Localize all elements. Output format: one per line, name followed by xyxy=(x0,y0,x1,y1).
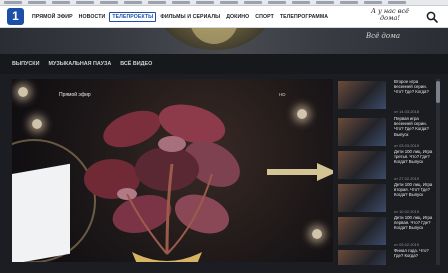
episode-item[interactable]: Дети 100 лиц. Игра первая. Что? Где? Ког… xyxy=(338,215,434,249)
studio-light xyxy=(312,229,322,239)
bookmark[interactable] xyxy=(196,1,214,4)
hd-badge: HD xyxy=(279,92,286,97)
episode-thumbnail xyxy=(338,184,386,212)
episode-item[interactable]: Дети 100 лиц. Игра вторая. Что? Где? Ког… xyxy=(338,182,434,216)
slogan: А у нас всё дома! xyxy=(371,7,409,22)
episode-title: Финал года. Что? Где? Когда? xyxy=(394,248,429,259)
bookmark[interactable] xyxy=(148,1,166,4)
bookmark[interactable] xyxy=(52,1,70,4)
bookmark[interactable] xyxy=(172,1,190,4)
banner-text: Всё дома xyxy=(366,32,401,40)
nav-item-films-series[interactable]: ФИЛЬМЫ И СЕРИАЛЫ xyxy=(158,13,222,21)
episode-thumbnail xyxy=(338,217,386,245)
project-banner: Всё дома xyxy=(0,28,448,54)
episode-item[interactable]: Первая игра весенней серии. Что? Где? Ко… xyxy=(338,116,434,150)
bookmark[interactable] xyxy=(100,1,118,4)
episode-date: от 14.03.2018 xyxy=(394,109,420,114)
bookmark[interactable] xyxy=(244,1,262,4)
sidebar-scrollbar[interactable] xyxy=(436,79,440,265)
white-card xyxy=(12,163,70,262)
bookmark[interactable] xyxy=(268,1,286,4)
bookmark[interactable] xyxy=(76,1,94,4)
episode-thumbnail xyxy=(338,81,386,109)
scrollbar-thumb[interactable] xyxy=(436,81,440,103)
episode-title: Первая игра весенней серии. Что? Где? Ко… xyxy=(394,116,429,137)
top-navigation: 1 ПРЯМОЙ ЭФИР НОВОСТИ ТЕЛЕПРОЕКТЫ ФИЛЬМЫ… xyxy=(0,6,448,28)
bookmark[interactable] xyxy=(388,1,406,4)
studio-light xyxy=(32,119,42,129)
episode-title: Дети 100 лиц. Игра вторая. Что? Где? Ког… xyxy=(394,182,433,198)
episode-title: Дети 100 лиц. Игра первая. Что? Где? Ког… xyxy=(394,215,433,231)
nav-item-sport[interactable]: СПОРТ xyxy=(253,13,276,21)
subnav-all-video[interactable]: ВСЁ ВИДЕО xyxy=(120,61,152,67)
bookmark[interactable] xyxy=(292,1,310,4)
episode-thumbnail xyxy=(338,250,386,265)
nav-item-news[interactable]: НОВОСТИ xyxy=(77,13,108,21)
bookmark[interactable] xyxy=(28,1,46,4)
bookmark[interactable] xyxy=(4,1,22,4)
video-player[interactable]: Прямой эфир HD xyxy=(12,79,333,262)
episode-date: от 27.02.2019 xyxy=(394,176,420,181)
episode-item[interactable]: Второе игра весенней серии. Что? Где? Ко… xyxy=(338,79,434,114)
arrow-pointer-icon xyxy=(267,163,333,181)
episode-title: Дети 100 лиц. Игра третья. Что? Где? Ког… xyxy=(394,149,433,165)
main-menu: ПРЯМОЙ ЭФИР НОВОСТИ ТЕЛЕПРОЕКТЫ ФИЛЬМЫ И… xyxy=(30,6,332,27)
episode-date: от 10.02.2019 xyxy=(394,209,420,214)
episode-thumbnail xyxy=(338,118,386,146)
begonia-plant-image xyxy=(84,104,240,262)
episode-item[interactable]: Финал года. Что? Где? Когда? xyxy=(338,248,434,265)
project-subnav: ВЫПУСКИ МУЗЫКАЛЬНАЯ ПАУЗА ВСЁ ВИДЕО xyxy=(0,54,448,74)
bookmark[interactable] xyxy=(364,1,382,4)
episode-date: от 03.03.2019 xyxy=(394,143,420,148)
subnav-music-pause[interactable]: МУЗЫКАЛЬНАЯ ПАУЗА xyxy=(48,61,111,67)
episode-title: Второе игра весенней серии. Что? Где? Ко… xyxy=(394,79,429,95)
studio-light xyxy=(18,87,28,97)
episode-date: от 03.02.2019 xyxy=(394,242,420,247)
search-icon[interactable] xyxy=(425,10,439,24)
episode-item[interactable]: Дети 100 лиц. Игра третья. Что? Где? Ког… xyxy=(338,149,434,183)
episodes-sidebar: Второе игра весенней серии. Что? Где? Ко… xyxy=(336,79,436,265)
nav-item-live[interactable]: ПРЯМОЙ ЭФИР xyxy=(30,13,75,21)
channel-one-logo[interactable]: 1 xyxy=(7,8,24,25)
nav-item-tv-guide[interactable]: ТЕЛЕПРОГРАММА xyxy=(278,13,330,21)
bookmark[interactable] xyxy=(316,1,334,4)
bookmark[interactable] xyxy=(124,1,142,4)
studio-light xyxy=(297,109,307,119)
nav-item-dokino[interactable]: ДОКИНО xyxy=(224,13,251,21)
subnav-episodes[interactable]: ВЫПУСКИ xyxy=(12,61,39,67)
nav-item-teleprojects[interactable]: ТЕЛЕПРОЕКТЫ xyxy=(109,11,157,22)
episode-thumbnail xyxy=(338,151,386,179)
bookmark[interactable] xyxy=(340,1,358,4)
bookmark[interactable] xyxy=(220,1,238,4)
